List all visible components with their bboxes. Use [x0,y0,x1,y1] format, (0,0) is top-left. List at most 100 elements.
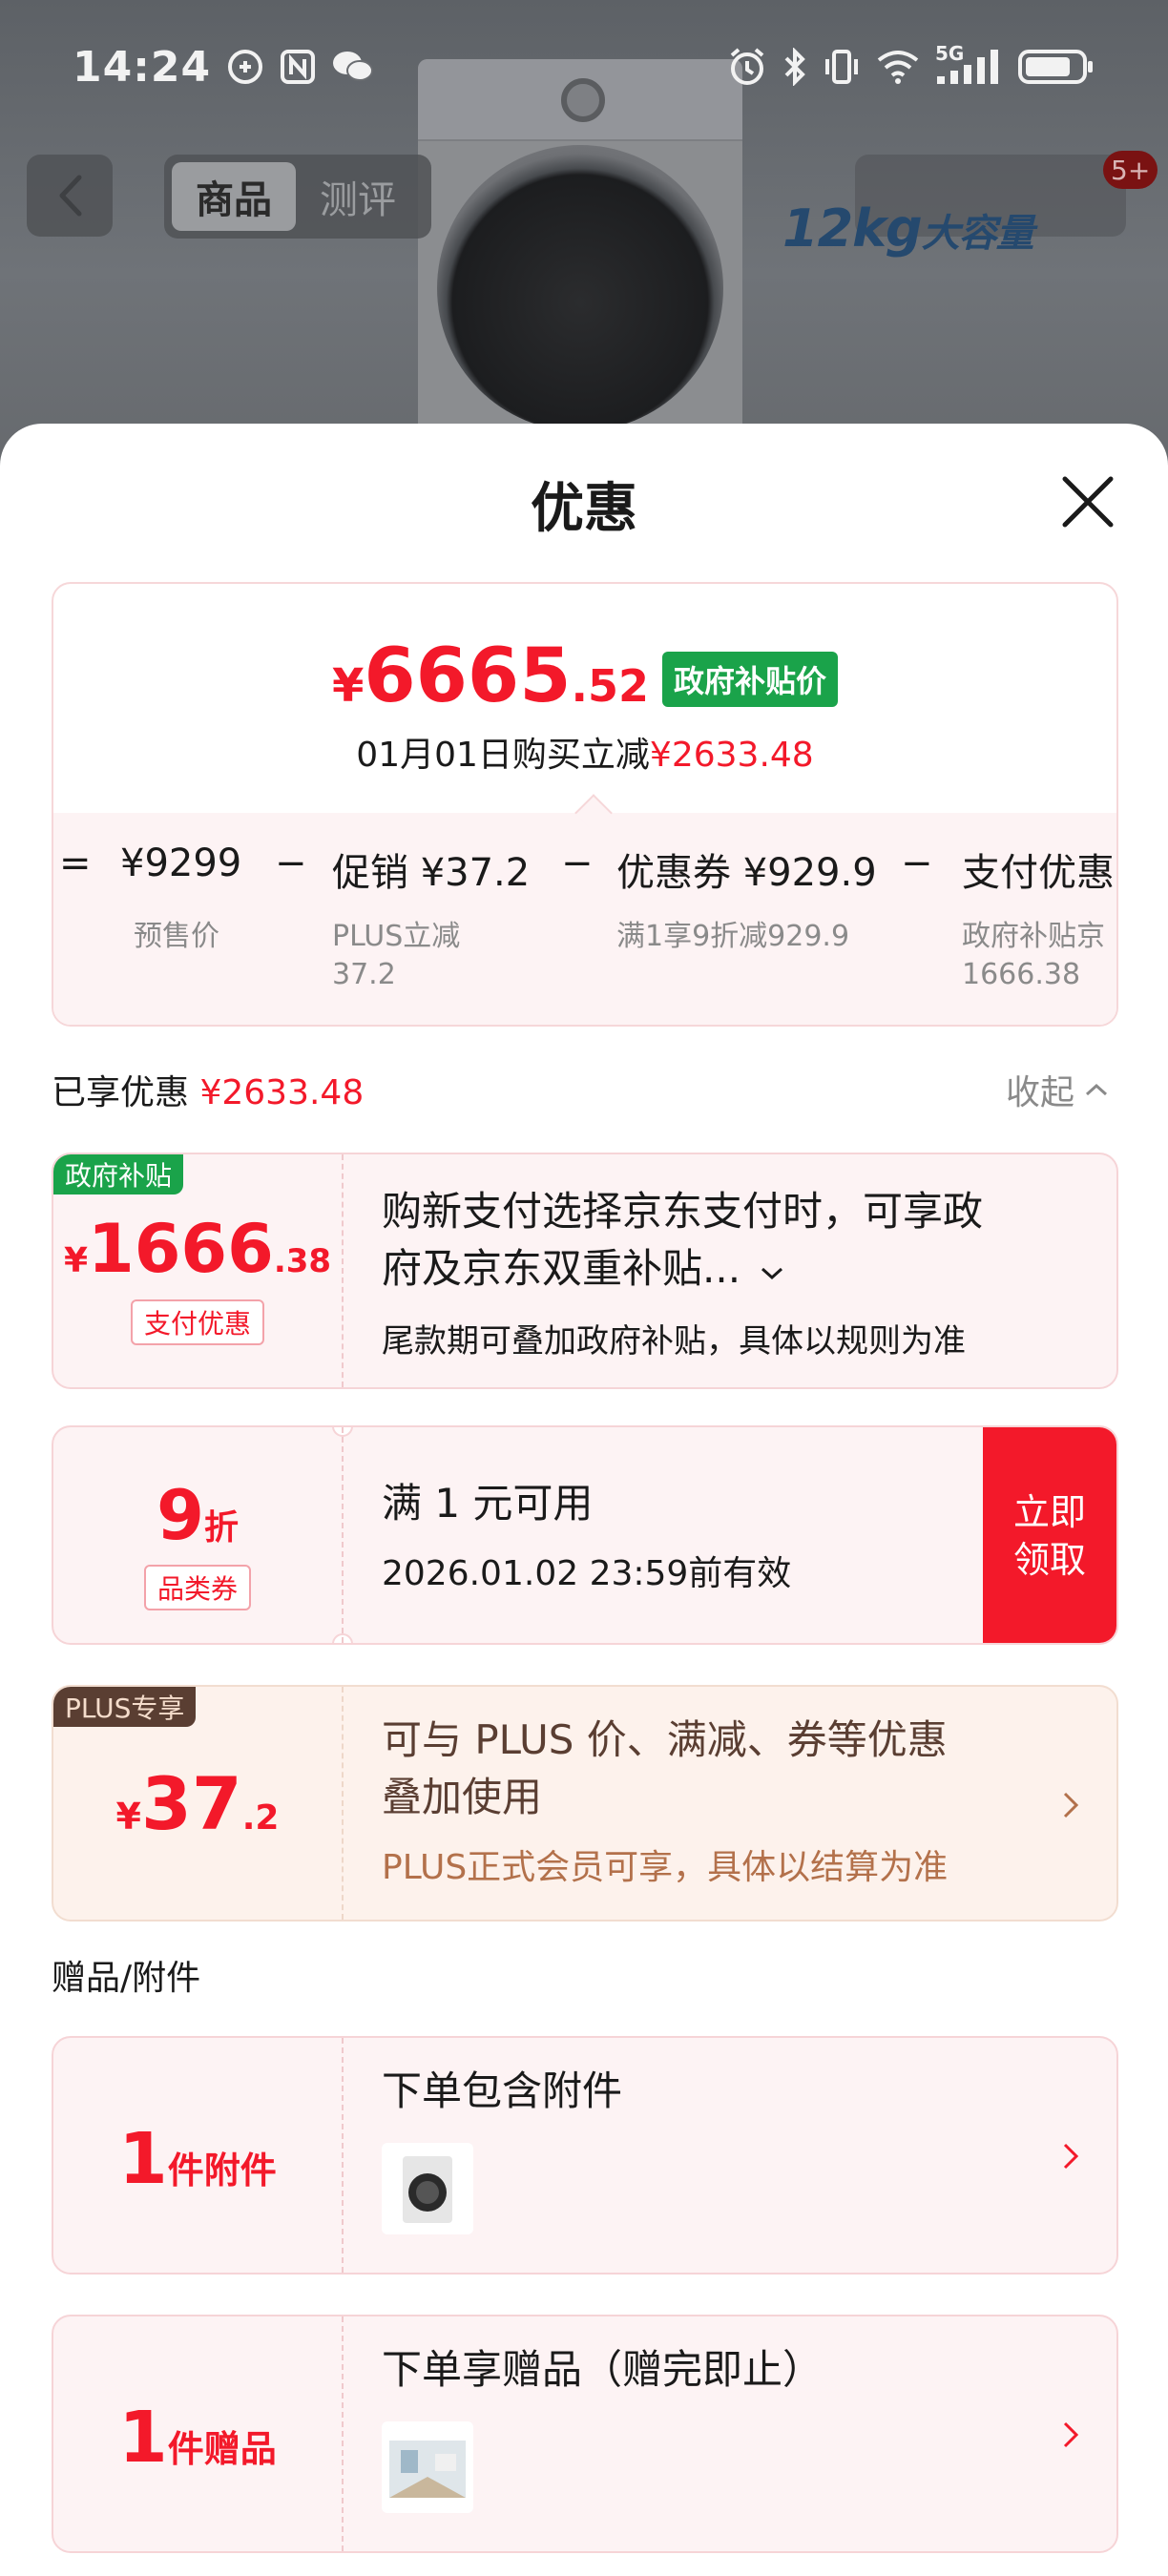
gift-thumbnail[interactable] [382,2421,473,2513]
plus-discount-amount: ¥37.2 [53,1761,342,1846]
gov-subsidy-amount: ¥1666.38 [53,1210,342,1288]
formula-coupon: 优惠券 ¥929.9 [616,851,877,895]
plus-title-line1: 可与 PLUS 价、满减、券等优惠 [382,1716,948,1763]
formula-op: − [275,841,307,885]
coupon-right: 可与 PLUS 价、满减、券等优惠 叠加使用 PLUS正式会员可享，具体以结算为… [382,1687,1116,1920]
washer-door [437,145,723,431]
network-type-label: 5G [935,42,965,65]
coupon-divider [342,1154,344,1387]
back-button[interactable] [27,155,113,237]
formula-promotion-sub: PLUS立减 [332,920,461,953]
accessory-card[interactable]: 1件附件 下单包含附件 [52,2036,1118,2275]
category-coupon: 9折 品类券 满 1 元可用 2026.01.02 23:59前有效 立即 领取 [52,1425,1118,1645]
category-coupon-label: 品类券 [143,1565,252,1610]
enjoyed-discount-label: 已享优惠 ¥2633.48 [52,1065,364,1114]
formula-op: = [59,841,92,885]
tab-review[interactable]: 测评 [296,162,420,231]
coupon-left: PLUS专享 ¥37.2 [53,1687,342,1920]
reduction-text: 01月01日购买立减¥2633.48 [53,727,1116,777]
formula-promotion: 促销 ¥37.2 [332,851,531,895]
amount-integer: 1666 [88,1210,274,1288]
wifi-icon [876,49,920,85]
price-summary-card: ¥6665.52 政府补贴价 01月01日购买立减¥2633.48 = ¥929… [52,582,1118,1027]
coupon-left: 9折 品类券 [53,1427,342,1643]
plus-title-line2: 叠加使用 [382,1774,543,1820]
status-time: 14:24 [73,42,212,92]
discount-sheet: 优惠 ¥6665.52 政府补贴价 01月01日购买立减¥2633.48 = ¥… [0,424,1168,2576]
product-tabs: 商品 测评 [164,155,431,239]
price-summary-top: ¥6665.52 政府补贴价 01月01日购买立减¥2633.48 [53,584,1116,813]
gifts-section-label: 赠品/附件 [52,1959,201,1998]
collapse-toggle[interactable]: 收起 [1006,1065,1109,1114]
final-price-integer: 6665 [364,634,572,719]
amount-decimal: .38 [273,1242,332,1280]
close-icon[interactable] [1059,473,1116,530]
gov-subsidy-title-line1: 购新支付选择京东支付时，可享政 [382,1188,984,1235]
enjoyed-label-text: 已享优惠 [52,1073,190,1112]
gift-count-unit: 件赠品 [167,2428,277,2470]
gov-subsidy-title-line2: 府及京东双重补贴... [382,1240,785,1298]
gov-subsidy-price-tag: 政府补贴价 [661,652,838,707]
discount-unit: 折 [204,1508,240,1548]
tab-goods[interactable]: 商品 [172,162,296,231]
formula-payment-sub-value: 1666.38 [962,958,1081,991]
battery-icon [1017,48,1095,86]
gov-subsidy-tag: 政府补贴 [53,1154,184,1195]
accessory-title: 下单包含附件 [382,2067,623,2114]
gift-count-number: 1 [118,2397,168,2479]
app-notification-icon [226,48,264,86]
gov-subsidy-coupon[interactable]: 政府补贴 ¥1666.38 支付优惠 购新支付选择京东支付时，可享政 府及京东双… [52,1153,1118,1389]
coupon-divider [342,1427,344,1643]
category-coupon-validity: 2026.01.02 23:59前有效 [382,1554,792,1593]
plus-desc: PLUS正式会员可享，具体以结算为准 [382,1848,949,1887]
final-price-line: ¥6665.52 政府补贴价 [53,634,1116,719]
reduction-amount: ¥2633.48 [649,736,814,775]
claim-button-line1: 立即 [1012,1491,1086,1533]
enjoyed-amount: ¥2633.48 [199,1073,365,1112]
sheet-title: 优惠 [531,478,637,540]
final-price: ¥6665.52 [332,634,649,719]
final-price-decimal: .52 [571,660,649,712]
reduction-prefix: 01月01日购买立减 [356,736,650,775]
amount-decimal: .2 [241,1798,280,1838]
formula-payment-sub: 政府补贴京 [962,920,1105,953]
amount-currency: ¥ [115,1796,141,1838]
accessory-count: 1件附件 [53,2118,342,2200]
formula-presale-sub: 预售价 [134,920,219,953]
chevron-up-icon [1086,1083,1108,1096]
plus-exclusive-coupon[interactable]: PLUS专享 ¥37.2 可与 PLUS 价、满减、券等优惠 叠加使用 PLUS… [52,1685,1118,1922]
chevron-left-icon [59,175,82,217]
formula-presale-price: ¥9299 [120,841,242,885]
payment-discount-label: 支付优惠 [130,1299,265,1345]
accessory-count-unit: 件附件 [167,2150,277,2192]
category-coupon-amount: 9折 [53,1475,342,1555]
final-price-currency: ¥ [331,659,365,713]
gov-subsidy-title-text: 府及京东双重补贴... [382,1245,741,1292]
gift-card[interactable]: 1件赠品 下单享赠品（赠完即止） [52,2315,1118,2553]
coupon-left: 政府补贴 ¥1666.38 支付优惠 [53,1154,342,1387]
amount-currency: ¥ [63,1241,88,1280]
claim-coupon-button[interactable]: 立即 领取 [983,1427,1116,1643]
accessory-thumbnail[interactable] [382,2143,473,2234]
accessory-count-number: 1 [118,2118,168,2200]
notification-badge: 5+ [1103,151,1158,189]
nfc-icon [280,49,316,85]
chevron-down-icon[interactable] [759,1263,785,1282]
formula-payment-discount: 支付优惠 [962,851,1115,895]
coupon-divider [342,2038,344,2273]
coupon-right: 购新支付选择京东支付时，可享政 府及京东双重补贴... 尾款期可叠加政府补贴，具… [382,1154,1116,1387]
price-formula: = ¥9299 − 促销 ¥37.2 − 优惠券 ¥929.9 − 支付优惠 预… [53,813,1116,1025]
vibrate-icon [823,48,861,86]
wechat-icon [331,48,375,86]
capacity-promo-text: 12kg [782,198,923,259]
discount-value: 9 [156,1475,205,1555]
plus-exclusive-tag: PLUS专享 [53,1687,197,1727]
formula-coupon-sub: 满1享9折减929.9 [616,920,850,953]
chevron-right-icon [1063,1792,1079,1818]
collapse-label: 收起 [1006,1073,1075,1112]
washer-thumbnail-icon [403,2156,452,2223]
coupon-left: 1件附件 [53,2038,342,2273]
coupon-left: 1件赠品 [53,2316,342,2551]
capacity-promo-suffix: 大容量 [921,212,1034,256]
coupon-divider [342,1687,344,1920]
